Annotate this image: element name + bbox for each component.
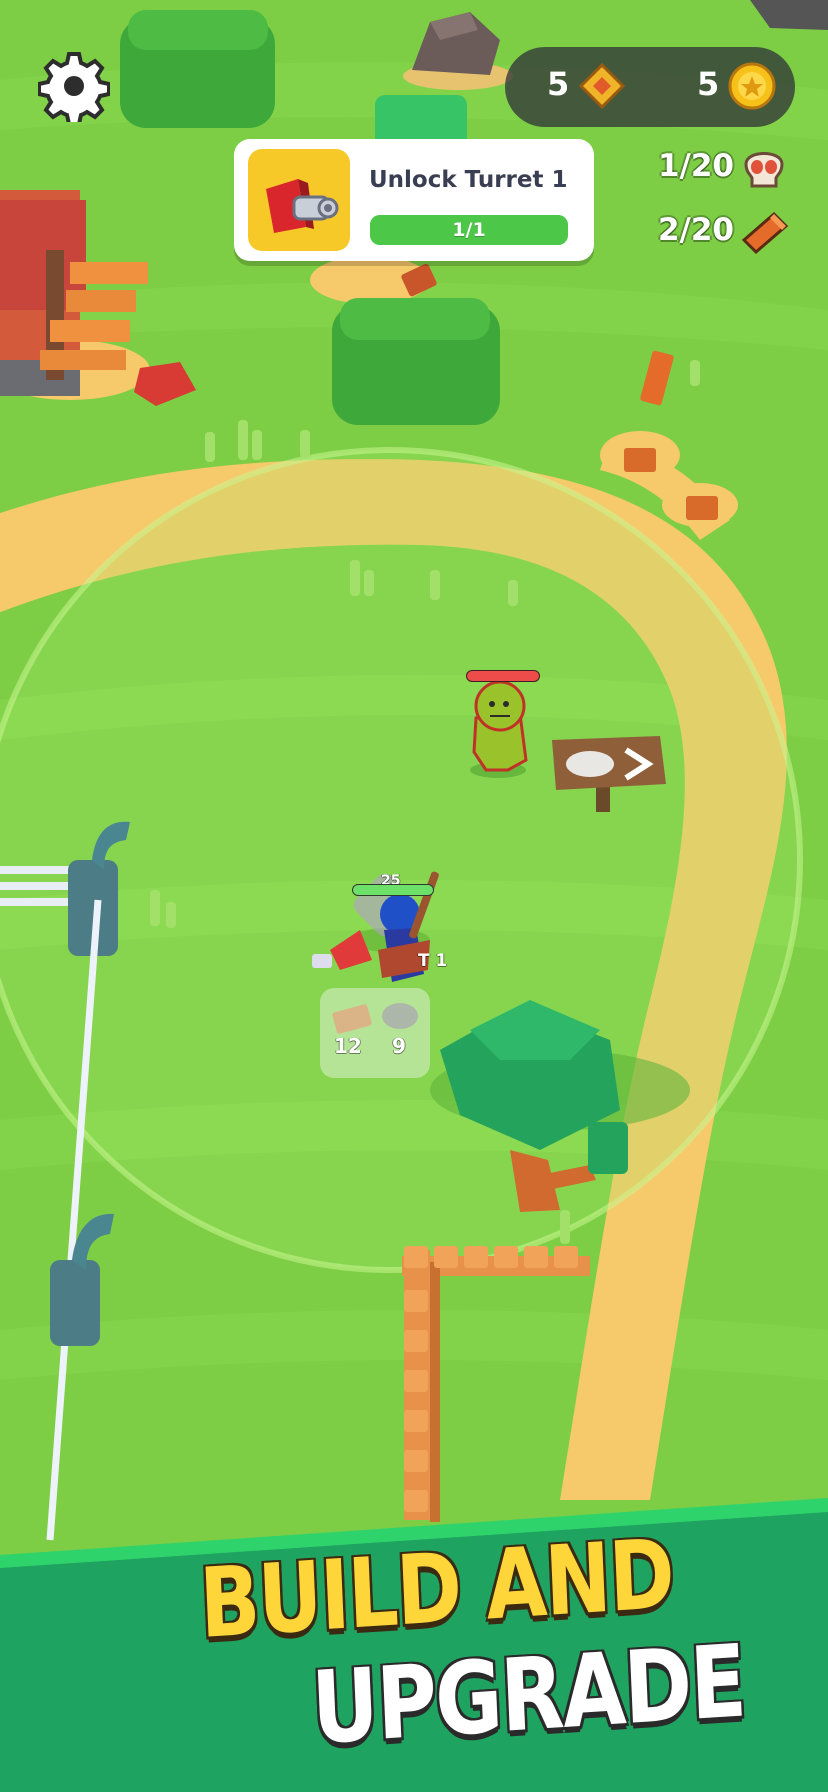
- wood-count: 12: [334, 1034, 362, 1058]
- currency-bar: 5 5: [505, 47, 795, 127]
- stone-count: 9: [392, 1034, 406, 1058]
- wood-icon: [741, 211, 789, 255]
- quest-card[interactable]: Unlock Turret 1 1/1: [234, 139, 594, 261]
- player-inventory-panel: 12 9: [320, 988, 430, 1078]
- enemy-health-fill: [467, 671, 539, 681]
- enemy-health-bar: [466, 670, 540, 682]
- coins-count: 5: [697, 65, 720, 103]
- skull-icon: [744, 152, 784, 188]
- quest-thumbnail: [248, 149, 350, 251]
- turret-icon: [266, 179, 339, 233]
- game-scene[interactable]: [0, 0, 828, 1792]
- coin-icon: [728, 62, 776, 110]
- tickets-count: 5: [547, 65, 570, 103]
- bush-middle: [332, 298, 500, 425]
- ticket-icon: [578, 62, 626, 110]
- turret-range-circle: [0, 447, 803, 1273]
- player-health-fill: [353, 885, 433, 895]
- quest-progress-text: 1/1: [452, 219, 486, 241]
- player-health-bar: [352, 884, 434, 896]
- quest-title: Unlock Turret 1: [369, 167, 568, 193]
- wood-counter: 2/20: [657, 212, 734, 248]
- skull-counter: 1/20: [657, 148, 734, 184]
- carried-item-label: T 1: [418, 951, 448, 971]
- bush-top: [120, 10, 275, 128]
- gear-icon[interactable]: [38, 50, 110, 122]
- quest-progress-bar: 1/1: [370, 215, 568, 245]
